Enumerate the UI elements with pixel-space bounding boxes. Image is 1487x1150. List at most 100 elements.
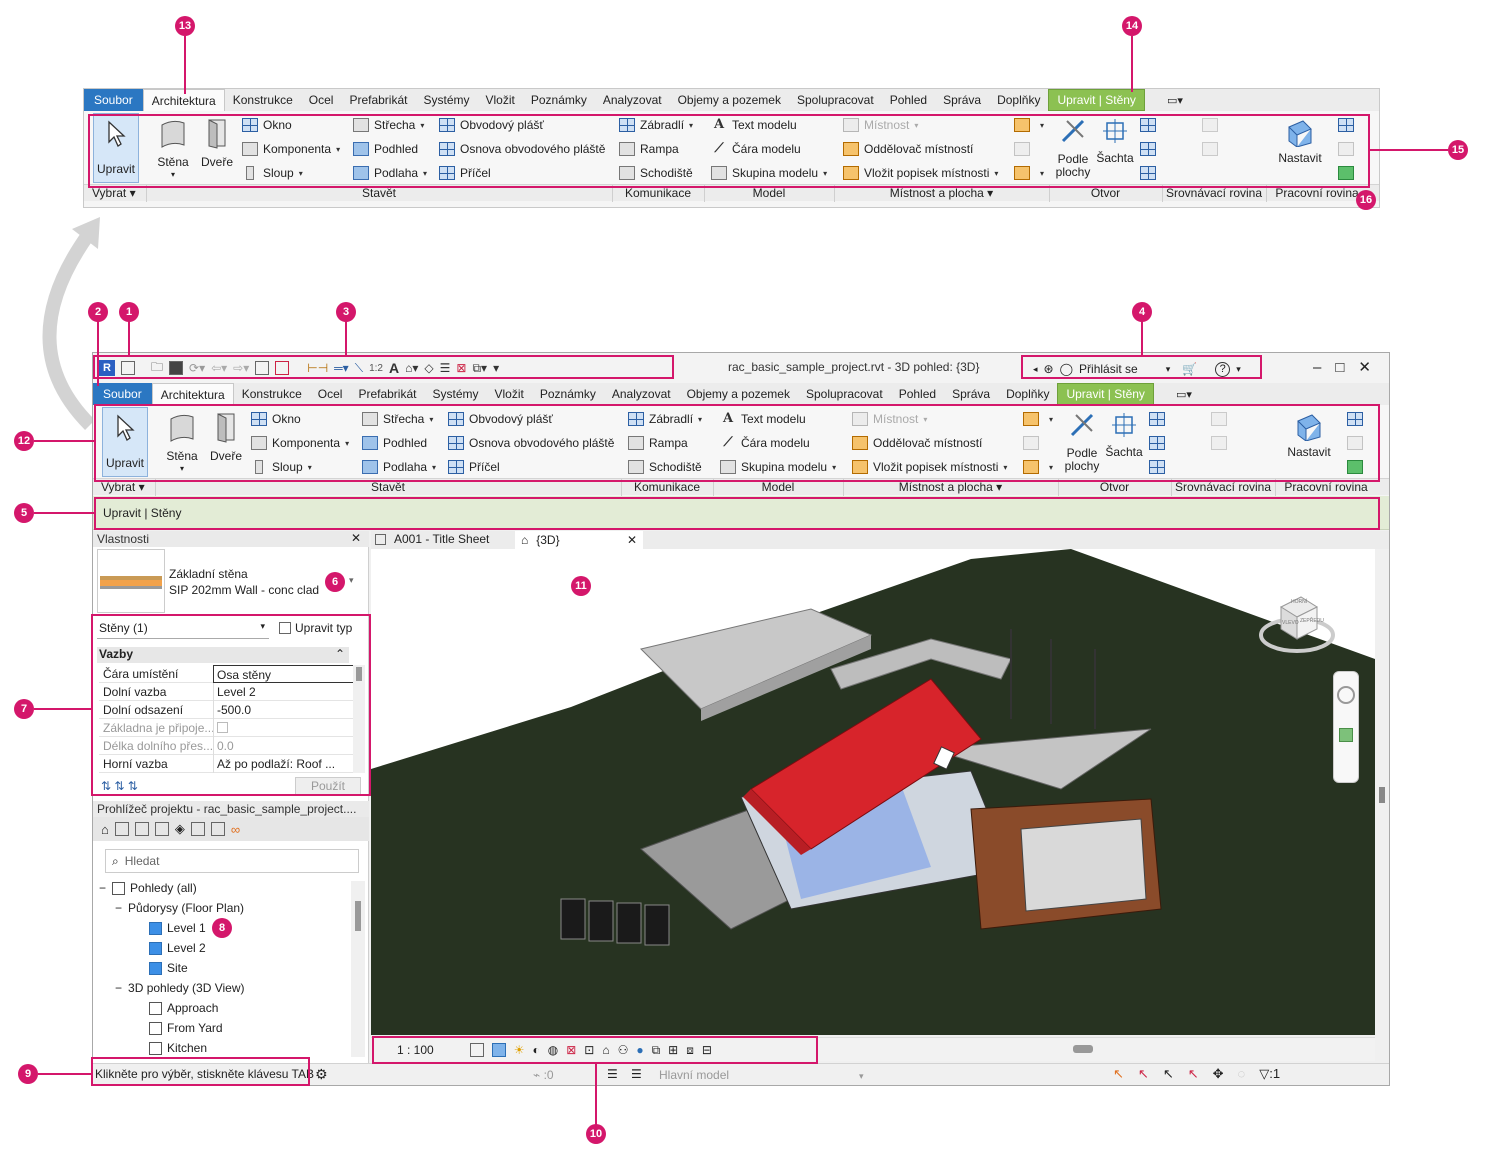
- browser-schedules-icon[interactable]: [134, 822, 149, 836]
- tab-annotate[interactable]: Poznámky: [523, 89, 595, 111]
- zoom-icon[interactable]: [1339, 728, 1353, 742]
- browser-search-input[interactable]: ⌕ Hledat: [105, 849, 359, 873]
- 3d-view-icon: [149, 1041, 162, 1055]
- selection-toggles: ↖ ↖ ↖ ↖ ✥ ◌ ▽:1: [1113, 1066, 1280, 1082]
- room-panel-label-main[interactable]: Místnost a plocha ▾: [843, 480, 1058, 494]
- filter-icon[interactable]: ▽:1: [1259, 1066, 1280, 1082]
- navigation-bar: [1333, 671, 1359, 783]
- tab-massing[interactable]: Objemy a pozemek: [670, 89, 789, 111]
- select-panel-label[interactable]: Vybrat ▾: [92, 186, 136, 200]
- tab-annotate-main[interactable]: Poznámky: [532, 383, 604, 405]
- views-icon: [112, 881, 126, 895]
- tree-views[interactable]: − Pohledy (all): [99, 881, 197, 895]
- viewport-hscrollbar-thumb[interactable]: [1073, 1045, 1093, 1053]
- browser-groups-icon[interactable]: [190, 822, 205, 836]
- build-panel-label-main: Stavět: [370, 480, 406, 494]
- tab-systems-main[interactable]: Systémy: [424, 383, 486, 405]
- select-by-face-icon[interactable]: ↖: [1188, 1066, 1199, 1082]
- callout-badge-7: 7: [14, 699, 34, 719]
- tab-collaborate[interactable]: Spolupracovat: [789, 89, 882, 111]
- tab-steel-main[interactable]: Ocel: [310, 383, 351, 405]
- tab-precast-main[interactable]: Prefabrikát: [350, 383, 424, 405]
- type-selector-dropdown-icon[interactable]: ▾: [349, 575, 354, 586]
- room-panel-label[interactable]: Místnost a plocha ▾: [834, 186, 1049, 200]
- browser-families-icon[interactable]: ◈: [175, 821, 185, 837]
- worksets-icon[interactable]: ⚙: [315, 1066, 328, 1083]
- tab-addins-main[interactable]: Doplňky: [998, 383, 1057, 405]
- tree-site[interactable]: Site: [149, 961, 188, 975]
- callout-badge-1: 1: [119, 302, 139, 322]
- model-panel-label: Model: [752, 186, 786, 200]
- properties-close-icon[interactable]: ✕: [351, 531, 361, 545]
- tree-from-yard[interactable]: From Yard: [149, 1021, 223, 1035]
- tab-architecture-main[interactable]: Architektura: [151, 383, 234, 405]
- minimize-icon[interactable]: –: [1313, 359, 1335, 376]
- tab-precast[interactable]: Prefabrikát: [341, 89, 415, 111]
- tree-3d-views[interactable]: −3D pohledy (3D View): [115, 981, 245, 995]
- view-tab-3d[interactable]: ⌂ {3D} ✕: [515, 531, 643, 549]
- tab-systems[interactable]: Systémy: [415, 89, 477, 111]
- tree-level-1[interactable]: Level 1: [149, 921, 206, 935]
- tab-structure-main[interactable]: Konstrukce: [234, 383, 310, 405]
- tab-analyze[interactable]: Analyzovat: [595, 89, 670, 111]
- tab-modify-walls-main[interactable]: Upravit | Stěny: [1057, 383, 1154, 405]
- callout-box-9: [91, 1057, 310, 1086]
- tree-level-2[interactable]: Level 2: [149, 941, 206, 955]
- tree-approach[interactable]: Approach: [149, 1001, 218, 1015]
- ribbon-minimize-button-main[interactable]: ▭▾: [1168, 383, 1200, 405]
- view-tab-title-sheet[interactable]: A001 - Title Sheet: [375, 532, 489, 546]
- browser-sheets-icon[interactable]: [154, 822, 169, 836]
- viewcube-front-label: ZEPŘEDU: [1300, 618, 1324, 624]
- viewcube[interactable]: HORNÍ VLEVO ZEPŘEDU: [1257, 585, 1337, 659]
- callout-line-7: [34, 708, 92, 710]
- browser-links-icon[interactable]: [210, 822, 225, 836]
- opening-panel-label-main: Otvor: [1099, 480, 1130, 494]
- browser-chain-icon[interactable]: ∞: [231, 822, 240, 837]
- tab-view[interactable]: Pohled: [882, 89, 935, 111]
- viewport-vscrollbar[interactable]: [1375, 549, 1389, 1035]
- select-pinned-icon[interactable]: ↖: [1163, 1066, 1174, 1082]
- close-tab-icon[interactable]: ✕: [627, 533, 637, 547]
- browser-scrollbar[interactable]: [351, 881, 365, 1057]
- browser-views-icon[interactable]: [114, 822, 129, 836]
- callout-line-12: [34, 440, 94, 442]
- tab-insert-main[interactable]: Vložit: [487, 383, 532, 405]
- close-icon[interactable]: ✕: [1358, 359, 1385, 376]
- drag-on-selection-icon[interactable]: ✥: [1213, 1066, 1224, 1082]
- datum-panel-label-main: Srovnávací rovina: [1174, 480, 1272, 494]
- main-model-dropdown[interactable]: Hlavní model ▾: [659, 1068, 864, 1082]
- background-process-icon[interactable]: ◌: [1238, 1066, 1246, 1082]
- select-underlay-icon[interactable]: ↖: [1138, 1066, 1149, 1082]
- tab-analyze-main[interactable]: Analyzovat: [604, 383, 679, 405]
- tab-structure[interactable]: Konstrukce: [225, 89, 301, 111]
- sheet-icon: [375, 533, 386, 545]
- ribbon-minimize-button[interactable]: ▭▾: [1159, 89, 1191, 111]
- tab-collaborate-main[interactable]: Spolupracovat: [798, 383, 891, 405]
- tab-insert[interactable]: Vložit: [478, 89, 523, 111]
- tab-view-main[interactable]: Pohled: [891, 383, 944, 405]
- tab-manage[interactable]: Správa: [935, 89, 989, 111]
- worksets-count[interactable]: ⌁ :0: [533, 1068, 554, 1082]
- tab-massing-main[interactable]: Objemy a pozemek: [679, 383, 798, 405]
- callout-line-4: [1141, 320, 1143, 356]
- tab-manage-main[interactable]: Správa: [944, 383, 998, 405]
- circulation-panel-label: Komunikace: [624, 186, 692, 200]
- tab-file-main[interactable]: Soubor: [93, 383, 152, 405]
- tab-modify-walls[interactable]: Upravit | Stěny: [1048, 89, 1145, 111]
- design-options-icon[interactable]: ☰: [607, 1067, 618, 1081]
- main-model-icon[interactable]: ☰: [631, 1067, 642, 1081]
- tab-file[interactable]: Soubor: [84, 89, 143, 111]
- steering-wheel-icon[interactable]: [1337, 686, 1355, 704]
- select-links-icon[interactable]: ↖: [1113, 1066, 1124, 1082]
- browser-home-icon[interactable]: ⌂: [101, 822, 109, 837]
- tree-floor-plans[interactable]: − Půdorysy (Floor Plan): [115, 901, 244, 915]
- maximize-icon[interactable]: □: [1335, 359, 1358, 376]
- callout-badge-16: 16: [1356, 190, 1376, 210]
- tab-steel[interactable]: Ocel: [301, 89, 342, 111]
- tree-kitchen[interactable]: Kitchen: [149, 1041, 207, 1055]
- tab-addins[interactable]: Doplňky: [989, 89, 1048, 111]
- 3d-viewport[interactable]: HORNÍ VLEVO ZEPŘEDU: [371, 549, 1375, 1035]
- select-panel-label-main[interactable]: Vybrat ▾: [101, 480, 145, 494]
- callout-badge-5: 5: [14, 503, 34, 523]
- floor-plan-icon: [149, 961, 162, 975]
